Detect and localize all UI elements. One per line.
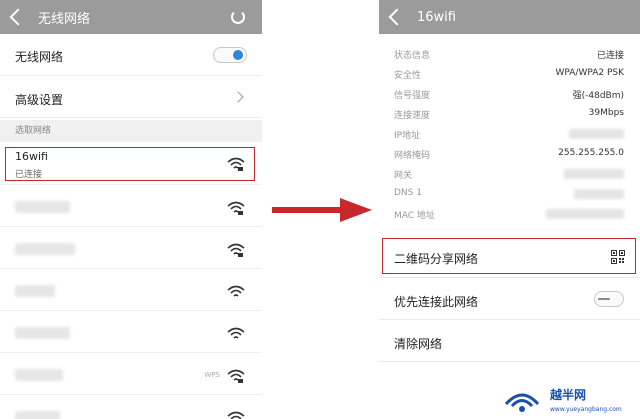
wifi-toggle[interactable]: [213, 47, 247, 63]
info-key: MAC 地址: [394, 211, 435, 221]
wifi-signal-icon: [227, 285, 245, 297]
watermark-url: www.yueyangbang.com: [550, 406, 622, 413]
page-title: 16wifi: [417, 9, 456, 25]
info-key: DNS 1: [394, 188, 422, 198]
info-key: 连接速度: [394, 111, 431, 121]
wifi-item[interactable]: [0, 187, 262, 227]
blurred-value: [546, 209, 624, 219]
refresh-icon[interactable]: [231, 10, 245, 24]
watermark-logo: [504, 393, 540, 412]
title-bar: 16wifi: [379, 0, 640, 34]
blurred-ssid: [15, 327, 70, 339]
advanced-settings-row[interactable]: 高级设置: [0, 76, 262, 118]
blurred-ssid: [15, 411, 60, 419]
back-icon[interactable]: [388, 8, 406, 26]
chevron-right-icon: [232, 91, 244, 103]
wps-label: WPS: [204, 371, 220, 379]
wifi-signal-icon: [227, 327, 245, 339]
wifi-list-screen: 无线网络 无线网络 高级设置 选取网络 16wifi 已连接 WPS: [0, 0, 262, 419]
highlight-box: [5, 147, 255, 181]
info-row: DNS 1: [379, 184, 640, 204]
info-value: 已连接: [596, 51, 624, 61]
info-key: 安全性: [394, 71, 422, 81]
info-key: IP地址: [394, 131, 421, 141]
info-row: MAC 地址: [379, 204, 640, 224]
toggle-knob: [598, 298, 610, 300]
title-bar: 无线网络: [0, 0, 262, 34]
priority-toggle[interactable]: [594, 291, 624, 307]
wifi-item[interactable]: [0, 229, 262, 269]
wifi-signal-icon: [227, 243, 245, 257]
priority-label: 优先连接此网络: [394, 295, 479, 309]
info-row: 网关: [379, 164, 640, 184]
info-value: 39Mbps: [588, 108, 624, 118]
page-title: 无线网络: [38, 11, 91, 27]
forget-network-label: 清除网络: [394, 337, 443, 351]
wifi-toggle-row: 无线网络: [0, 34, 262, 76]
info-row: IP地址: [379, 124, 640, 144]
info-key: 网关: [394, 171, 413, 181]
info-row: 状态信息 已连接: [379, 44, 640, 64]
info-key: 状态信息: [394, 51, 431, 61]
wifi-signal-icon: [227, 369, 245, 383]
wifi-toggle-label: 无线网络: [15, 50, 64, 64]
wifi-item[interactable]: [0, 271, 262, 311]
info-key: 信号强度: [394, 91, 431, 101]
info-value: 强(-48dBm): [572, 91, 624, 101]
blurred-ssid: [15, 243, 75, 255]
blurred-ssid: [15, 201, 70, 213]
blurred-ssid: [15, 369, 63, 381]
info-row: 连接速度 39Mbps: [379, 104, 640, 124]
blurred-value: [569, 129, 624, 139]
info-row: 信号强度 强(-48dBm): [379, 84, 640, 104]
info-row: 网络掩码 255.255.255.0: [379, 144, 640, 164]
blurred-ssid: [15, 285, 55, 297]
advanced-settings-label: 高级设置: [15, 93, 64, 107]
wifi-item[interactable]: [0, 397, 262, 419]
back-icon[interactable]: [9, 8, 27, 26]
priority-row: 优先连接此网络: [379, 278, 640, 320]
blurred-value: [564, 169, 624, 179]
info-value: 255.255.255.0: [558, 148, 624, 158]
section-header: 选取网络: [0, 120, 262, 142]
toggle-knob: [233, 50, 243, 60]
right-arrow-icon: [272, 198, 372, 222]
wifi-signal-icon: [227, 411, 245, 419]
forget-network-row[interactable]: 清除网络: [379, 320, 640, 362]
info-row: 安全性 WPA/WPA2 PSK: [379, 64, 640, 84]
wifi-detail-screen: 16wifi 状态信息 已连接安全性 WPA/WPA2 PSK 信号强度 强(-48dB…: [379, 0, 640, 419]
highlight-box: [382, 238, 636, 274]
wifi-item[interactable]: WPS: [0, 355, 262, 395]
wifi-item[interactable]: [0, 313, 262, 353]
wifi-signal-icon: [227, 201, 245, 215]
info-value: WPA/WPA2 PSK: [555, 68, 624, 78]
info-key: 网络掩码: [394, 151, 431, 161]
watermark-text: 越半网: [550, 388, 587, 402]
blurred-value: [574, 189, 624, 199]
